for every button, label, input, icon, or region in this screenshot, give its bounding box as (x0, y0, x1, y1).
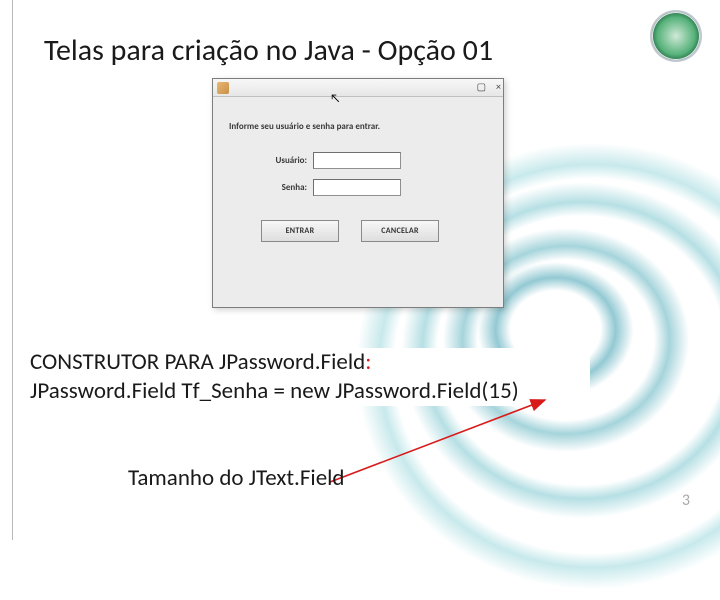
institution-logo (650, 10, 702, 62)
page-number: 3 (682, 491, 690, 510)
close-icon[interactable]: × (496, 80, 501, 93)
constructor-code: JPassword.Field Tf_Senha = new JPassword… (30, 377, 590, 406)
colon-red: : (365, 348, 371, 376)
window-titlebar: ▢ × (213, 79, 503, 97)
slide-title: Telas para criação no Java - Opção 01 (44, 32, 493, 69)
java-cup-icon (217, 82, 229, 94)
constructor-text: CONSTRUTOR PARA JPassword.Field (30, 348, 365, 376)
password-field[interactable] (313, 179, 401, 196)
user-field[interactable] (313, 152, 401, 169)
cancel-button[interactable]: CANCELAR (361, 220, 439, 242)
left-vertical-rule (12, 0, 13, 540)
enter-button[interactable]: ENTRAR (261, 220, 339, 242)
password-label: Senha: (227, 182, 307, 193)
code-annotation-box: CONSTRUTOR PARA JPassword.Field: JPasswo… (30, 348, 590, 406)
size-caption: Tamanho do JText.Field (128, 464, 345, 492)
minimize-icon[interactable]: ▢ (477, 80, 486, 93)
user-label: Usuário: (227, 155, 307, 166)
instruction-text: Informe seu usuário e senha para entrar. (229, 121, 489, 132)
java-login-window: ▢ × Informe seu usuário e senha para ent… (212, 78, 504, 308)
